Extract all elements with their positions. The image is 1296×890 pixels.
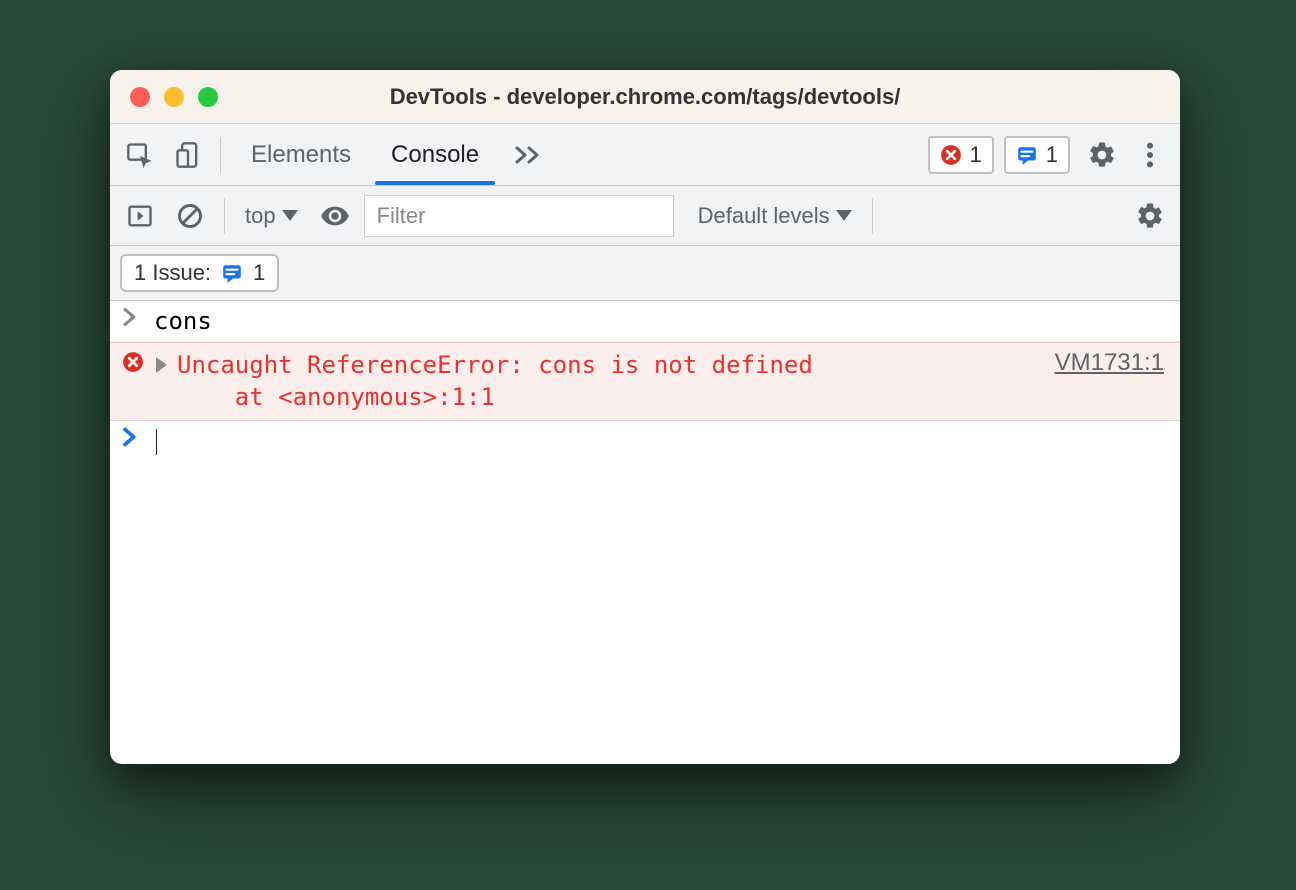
error-icon xyxy=(122,351,146,375)
main-toolbar: Elements Console 1 xyxy=(110,124,1180,186)
clear-console-icon[interactable] xyxy=(168,194,212,238)
divider xyxy=(224,198,225,234)
more-options-icon[interactable] xyxy=(1128,133,1172,177)
chevron-down-icon xyxy=(836,210,852,221)
issue-count-badge[interactable]: 1 xyxy=(1004,136,1070,174)
tab-console[interactable]: Console xyxy=(371,124,499,185)
toggle-sidebar-icon[interactable] xyxy=(118,194,162,238)
inspect-element-icon[interactable] xyxy=(118,133,162,177)
log-levels-selector[interactable]: Default levels xyxy=(690,194,860,238)
devtools-window: DevTools - developer.chrome.com/tags/dev… xyxy=(110,70,1180,764)
tabs-overflow-icon[interactable] xyxy=(499,124,557,185)
console-filter-bar: top Default levels xyxy=(110,186,1180,246)
error-source-link[interactable]: VM1731:1 xyxy=(1055,349,1168,377)
issues-label: 1 Issue: xyxy=(134,260,211,286)
context-label: top xyxy=(245,203,276,229)
tab-elements[interactable]: Elements xyxy=(231,124,371,185)
issues-count: 1 xyxy=(253,260,265,286)
error-icon xyxy=(940,144,962,166)
prompt-chevron-icon xyxy=(122,427,144,447)
issues-chip[interactable]: 1 Issue: 1 xyxy=(120,254,279,292)
issues-bar: 1 Issue: 1 xyxy=(110,246,1180,301)
live-expressions-icon[interactable] xyxy=(312,194,358,238)
settings-icon[interactable] xyxy=(1080,133,1124,177)
issue-icon xyxy=(221,262,243,284)
error-count: 1 xyxy=(970,142,982,168)
traffic-lights xyxy=(130,87,218,107)
issue-count: 1 xyxy=(1046,142,1058,168)
close-window-button[interactable] xyxy=(130,87,150,107)
chevron-down-icon xyxy=(282,210,298,221)
console-previous-input-row: cons xyxy=(110,301,1180,342)
expand-error-icon[interactable] xyxy=(156,357,167,373)
window-title: DevTools - developer.chrome.com/tags/dev… xyxy=(110,84,1180,110)
error-count-badge[interactable]: 1 xyxy=(928,136,994,174)
divider xyxy=(872,198,873,234)
console-error-row: Uncaught ReferenceError: cons is not def… xyxy=(110,342,1180,421)
device-toolbar-icon[interactable] xyxy=(166,133,210,177)
console-settings-icon[interactable] xyxy=(1128,194,1172,238)
console-previous-input-text: cons xyxy=(154,307,212,335)
filter-input[interactable] xyxy=(364,195,674,237)
context-selector[interactable]: top xyxy=(237,194,306,238)
maximize-window-button[interactable] xyxy=(198,87,218,107)
issue-icon xyxy=(1016,144,1038,166)
panel-tabs: Elements Console xyxy=(231,124,557,185)
error-message: Uncaught ReferenceError: cons is not def… xyxy=(177,349,1045,414)
input-chevron-icon xyxy=(122,307,144,327)
console-input[interactable] xyxy=(154,427,157,455)
log-levels-label: Default levels xyxy=(698,203,830,229)
console-prompt-row[interactable] xyxy=(110,421,1180,461)
minimize-window-button[interactable] xyxy=(164,87,184,107)
console-body: cons Uncaught ReferenceError: cons is no… xyxy=(110,301,1180,764)
divider xyxy=(220,137,221,173)
titlebar: DevTools - developer.chrome.com/tags/dev… xyxy=(110,70,1180,124)
